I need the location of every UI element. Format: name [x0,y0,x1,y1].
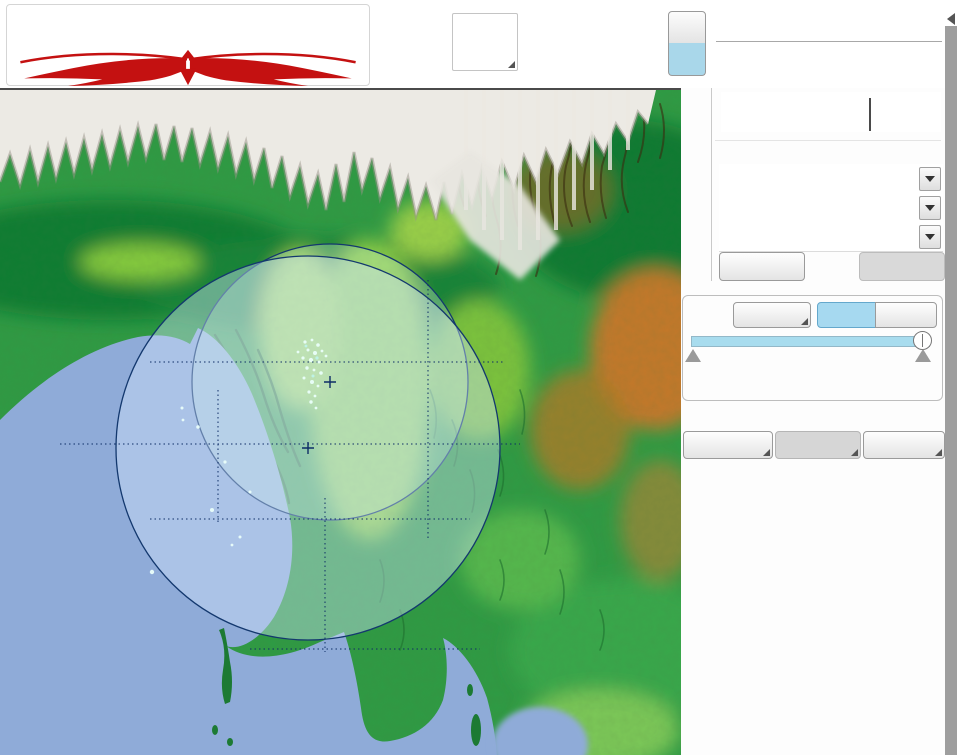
separator [715,140,941,141]
product-dropdown-1[interactable] [719,164,943,194]
toolbar-separator [716,41,942,42]
select-button[interactable] [859,252,945,281]
location-button[interactable] [683,431,773,459]
header-bar [0,0,960,88]
control-panel [681,88,946,755]
bookmark-button[interactable] [733,302,811,328]
text-caret [869,98,871,131]
eagle-icon [20,49,356,87]
chevron-down-icon[interactable] [919,196,941,220]
query-input[interactable] [721,92,941,132]
replay-slider-track[interactable] [691,336,930,347]
radar-map[interactable] [0,88,681,755]
replay-slider-handle[interactable] [913,331,932,350]
product-dropdown-2[interactable] [719,193,943,223]
manual-button[interactable] [875,302,937,328]
previous-button[interactable] [719,252,805,281]
chevron-down-icon[interactable] [919,225,941,249]
slider-end-marker[interactable] [915,349,931,362]
chevron-down-icon[interactable] [919,167,941,191]
auto-button[interactable] [817,302,878,328]
jbirds-logo [6,4,370,87]
mmt-button[interactable] [668,43,706,76]
warning-button[interactable] [452,13,518,71]
product-dropdown-3[interactable] [719,222,943,252]
panel-scroll-rail[interactable] [945,26,957,755]
jbirds-app [0,0,960,755]
slider-start-marker[interactable] [685,349,701,362]
utc-button[interactable] [668,11,706,44]
replay-section [682,295,943,401]
track-button[interactable] [863,431,945,459]
panel-collapse-arrow-icon[interactable] [947,13,955,25]
xsection-button[interactable] [775,431,861,459]
